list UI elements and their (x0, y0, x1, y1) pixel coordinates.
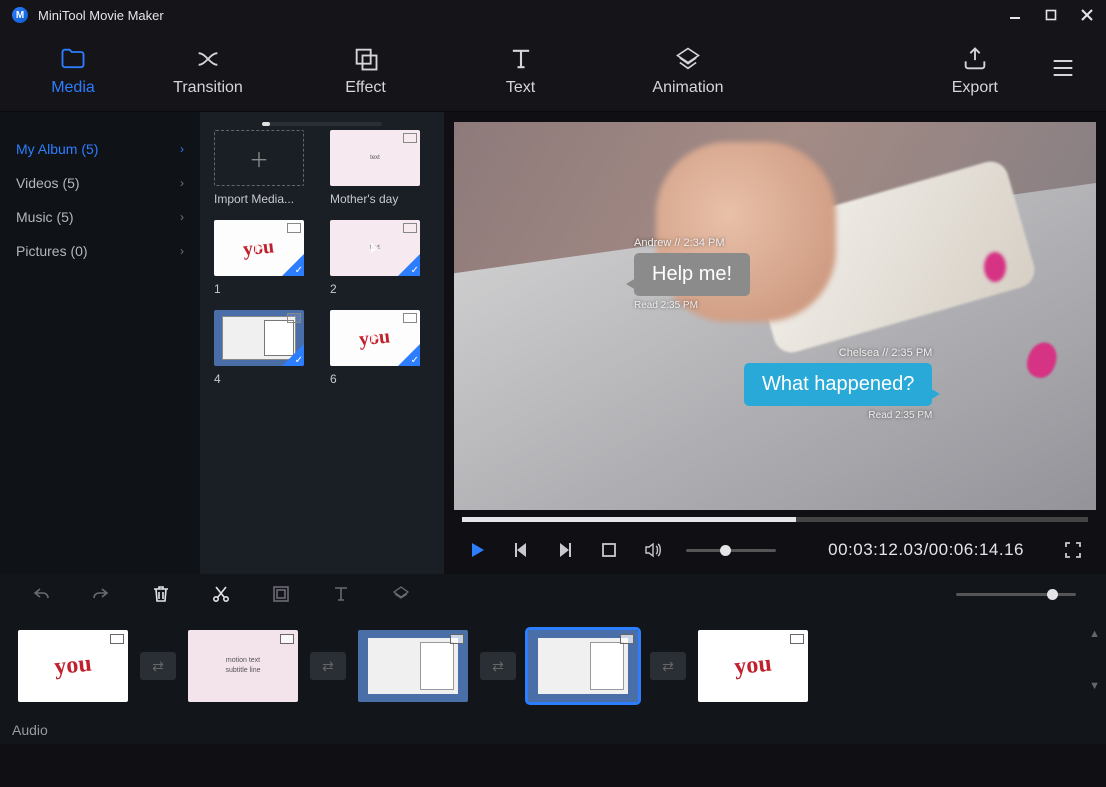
app-logo-icon: M (12, 7, 28, 23)
import-media-button[interactable]: ＋ Import Media... (214, 130, 314, 206)
timeline-clip[interactable] (358, 630, 468, 702)
timeline-clip[interactable]: you (18, 630, 128, 702)
thumbnail (214, 310, 304, 366)
timeline-clip[interactable]: you (698, 630, 808, 702)
tab-animation[interactable]: Animation (598, 41, 778, 101)
sidebar-item-pictures[interactable]: Pictures (0) › (0, 234, 200, 268)
main-tabs: Media Transition Effect Text Animation E… (0, 30, 1106, 112)
chat-read: Read 2:35 PM (744, 410, 932, 421)
scroll-up-icon[interactable]: ▲ (1089, 628, 1100, 640)
sidebar-item-my-album[interactable]: My Album (5) › (0, 132, 200, 166)
timeline: you ⇄ motion textsubtitle line ⇄ ⇄ ⇄ you… (0, 614, 1106, 744)
chat-meta: Chelsea // 2:35 PM (744, 347, 932, 359)
tab-text[interactable]: Text (443, 41, 598, 101)
transition-slot[interactable]: ⇄ (650, 652, 686, 680)
text-tool-button[interactable] (330, 583, 352, 605)
scroll-down-icon[interactable]: ▼ (1089, 680, 1100, 692)
chevron-right-icon: › (180, 176, 184, 190)
sidebar-item-videos[interactable]: Videos (5) › (0, 166, 200, 200)
sidebar-item-label: My Album (5) (16, 141, 98, 157)
tab-media-label: Media (51, 79, 95, 97)
export-button[interactable]: Export (942, 41, 1008, 101)
media-label: 2 (330, 282, 420, 296)
chevron-right-icon: › (180, 142, 184, 156)
tab-effect-label: Effect (345, 79, 386, 97)
media-panel: ＋ Import Media... text Mother's day you … (200, 112, 444, 574)
sidebar-item-label: Music (5) (16, 209, 74, 225)
menu-button[interactable] (1038, 50, 1088, 92)
thumbnail: you (330, 310, 420, 366)
sidebar-item-music[interactable]: Music (5) › (0, 200, 200, 234)
transition-slot[interactable]: ⇄ (140, 652, 176, 680)
media-item[interactable]: 4 (214, 310, 314, 386)
app-title: MiniTool Movie Maker (38, 8, 1008, 23)
playback-controls: 00:03:12.03/00:06:14.16 (454, 526, 1096, 574)
undo-button[interactable] (30, 583, 52, 605)
chat-message: Andrew // 2:34 PM Help me! Read 2:35 PM (634, 237, 750, 311)
timecode: 00:03:12.03/00:06:14.16 (828, 540, 1024, 560)
animation-tool-button[interactable] (390, 583, 412, 605)
media-label: Mother's day (330, 192, 420, 206)
tab-media[interactable]: Media (18, 41, 128, 101)
minimize-icon[interactable] (1008, 8, 1022, 22)
media-item[interactable]: you 6 (330, 310, 430, 386)
maximize-icon[interactable] (1044, 8, 1058, 22)
thumbnail: you (214, 220, 304, 276)
transition-slot[interactable]: ⇄ (480, 652, 516, 680)
media-label: 1 (214, 282, 304, 296)
chat-message: Chelsea // 2:35 PM What happened? Read 2… (744, 347, 932, 421)
timeline-clip[interactable]: motion textsubtitle line (188, 630, 298, 702)
preview-panel: Andrew // 2:34 PM Help me! Read 2:35 PM … (444, 112, 1106, 574)
prev-frame-button[interactable] (510, 539, 532, 561)
chat-bubble: Help me! (634, 253, 750, 296)
tab-text-label: Text (506, 79, 535, 97)
sidebar-item-label: Pictures (0) (16, 243, 88, 259)
tab-transition[interactable]: Transition (128, 41, 288, 101)
progress-bar[interactable] (454, 512, 1096, 526)
media-label: 4 (214, 372, 304, 386)
timeline-clip[interactable] (528, 630, 638, 702)
media-item[interactable]: you 1 (214, 220, 314, 296)
thumbnail: text (330, 130, 420, 186)
zoom-slider[interactable] (956, 593, 1076, 596)
thumbnail: text (330, 220, 420, 276)
scroll-indicator[interactable] (262, 122, 382, 126)
redo-button[interactable] (90, 583, 112, 605)
chevron-right-icon: › (180, 244, 184, 258)
tab-transition-label: Transition (173, 79, 243, 97)
tab-animation-label: Animation (652, 79, 723, 97)
preview-video[interactable]: Andrew // 2:34 PM Help me! Read 2:35 PM … (454, 122, 1096, 510)
stop-button[interactable] (598, 539, 620, 561)
transition-slot[interactable]: ⇄ (310, 652, 346, 680)
timeline-toolbar (0, 574, 1106, 614)
chevron-right-icon: › (180, 210, 184, 224)
crop-button[interactable] (270, 583, 292, 605)
chat-read: Read 2:35 PM (634, 300, 750, 311)
audio-track-label: Audio (12, 722, 48, 738)
delete-button[interactable] (150, 583, 172, 605)
next-frame-button[interactable] (554, 539, 576, 561)
split-button[interactable] (210, 583, 232, 605)
tab-effect[interactable]: Effect (288, 41, 443, 101)
import-media-label: Import Media... (214, 192, 304, 206)
media-item[interactable]: text Mother's day (330, 130, 430, 206)
chat-bubble: What happened? (744, 363, 932, 406)
titlebar: M MiniTool Movie Maker (0, 0, 1106, 30)
sidebar-item-label: Videos (5) (16, 175, 80, 191)
volume-slider[interactable] (686, 549, 776, 552)
media-label: 6 (330, 372, 420, 386)
fullscreen-button[interactable] (1062, 539, 1084, 561)
chat-meta: Andrew // 2:34 PM (634, 237, 750, 249)
video-track[interactable]: you ⇄ motion textsubtitle line ⇄ ⇄ ⇄ you (18, 626, 1088, 706)
close-icon[interactable] (1080, 8, 1094, 22)
export-label: Export (952, 79, 998, 97)
media-item[interactable]: text 2 (330, 220, 430, 296)
play-button[interactable] (466, 539, 488, 561)
sidebar: My Album (5) › Videos (5) › Music (5) › … (0, 112, 200, 574)
volume-icon[interactable] (642, 539, 664, 561)
